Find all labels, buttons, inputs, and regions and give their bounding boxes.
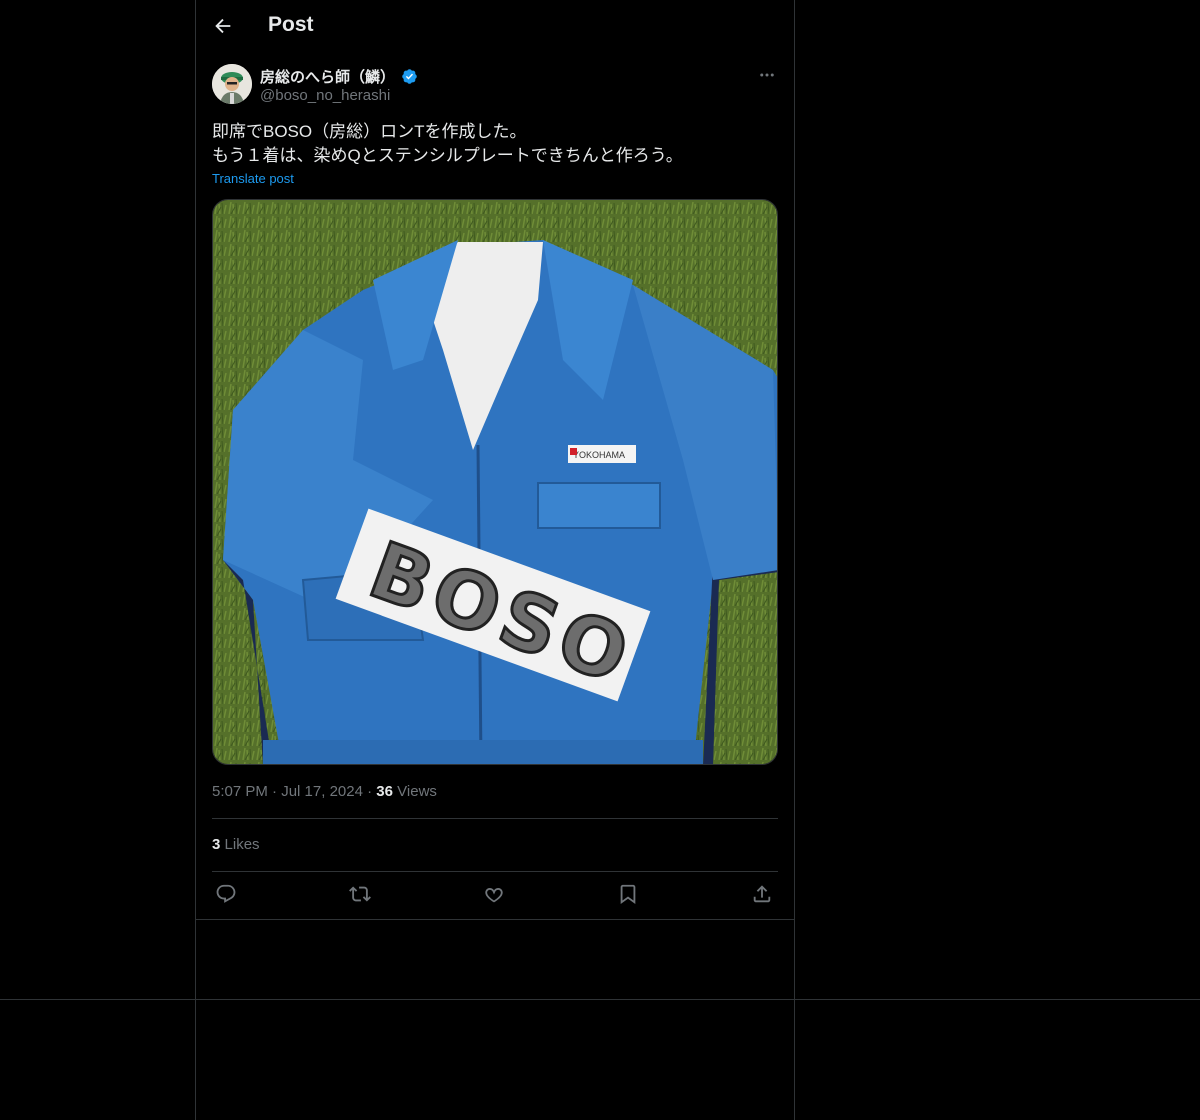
author-name-row[interactable]: 房総のへら師（鱗） (260, 66, 418, 87)
post-bottom-border (196, 919, 794, 920)
meta-separator: · (272, 783, 278, 800)
verified-badge-icon (401, 68, 418, 85)
post-text-line: 即席でBOSO（房総）ロンTを作成した。 (212, 122, 527, 141)
post-time[interactable]: 5:07 PM (212, 783, 268, 800)
action-bar (212, 883, 778, 907)
post-image[interactable]: YOKOHAMA BOSO (212, 199, 778, 765)
patch-text: YOKOHAMA (573, 450, 625, 460)
share-icon[interactable] (751, 883, 775, 907)
post-meta: 5:07 PM · Jul 17, 2024 · 36 Views (212, 783, 437, 800)
avatar[interactable] (212, 64, 252, 104)
bookmark-icon[interactable] (617, 883, 641, 907)
translate-post-link[interactable]: Translate post (212, 171, 294, 186)
heart-icon[interactable] (483, 883, 507, 907)
post-date[interactable]: Jul 17, 2024 (281, 783, 363, 800)
likes-label: Likes (224, 836, 260, 853)
views-label: Views (397, 783, 437, 800)
views-count: 36 (376, 783, 393, 800)
post-header: Post (196, 0, 794, 53)
page-title: Post (268, 13, 314, 36)
primary-column: Post 房総のへら師（鱗） @boso_no_herashi 即席でBOSO（… (195, 0, 795, 1120)
post-text: 即席でBOSO（房総）ロンTを作成した。 もう１着は、染めQとステンシルプレート… (212, 120, 778, 168)
author-display-name[interactable]: 房総のへら師（鱗） (260, 66, 395, 87)
author-handle[interactable]: @boso_no_herashi (260, 87, 390, 104)
post-text-line: もう１着は、染めQとステンシルプレートできちんと作ろう。 (212, 146, 683, 165)
more-options-icon[interactable] (758, 66, 776, 84)
likes-count: 3 (212, 836, 221, 853)
likes-stat[interactable]: 3 Likes (212, 836, 260, 853)
meta-separator: · (367, 783, 373, 800)
reply-icon[interactable] (215, 883, 239, 907)
arrow-left-icon[interactable] (212, 15, 234, 37)
stats-divider-bottom (212, 871, 778, 872)
repost-icon[interactable] (349, 883, 373, 907)
stats-divider-top (212, 818, 778, 819)
